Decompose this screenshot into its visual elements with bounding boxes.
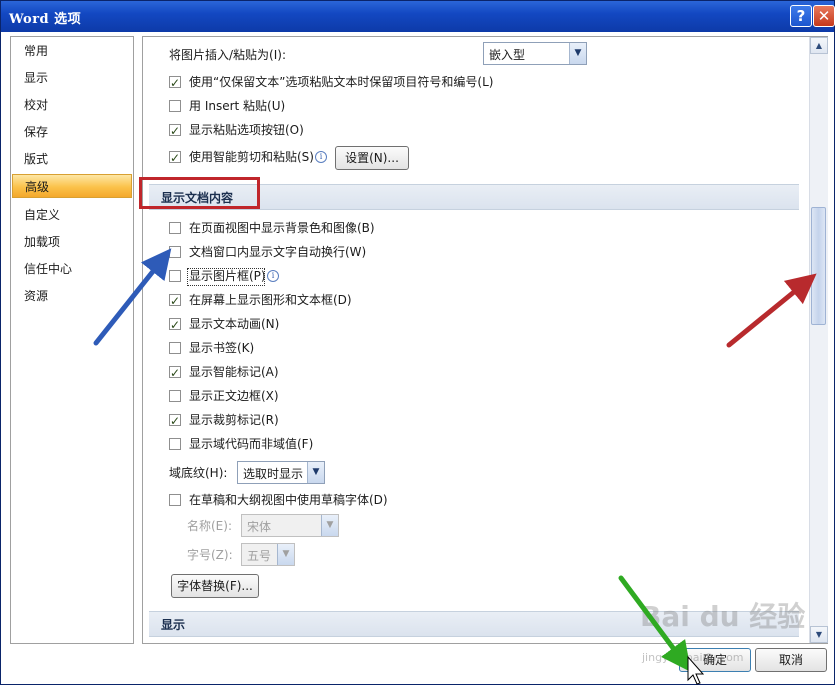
mouse-cursor-icon [687,655,705,685]
green-arrow [618,575,691,673]
red-arrow [726,273,817,348]
blue-arrow [93,248,172,346]
annotation-arrows [93,248,817,685]
